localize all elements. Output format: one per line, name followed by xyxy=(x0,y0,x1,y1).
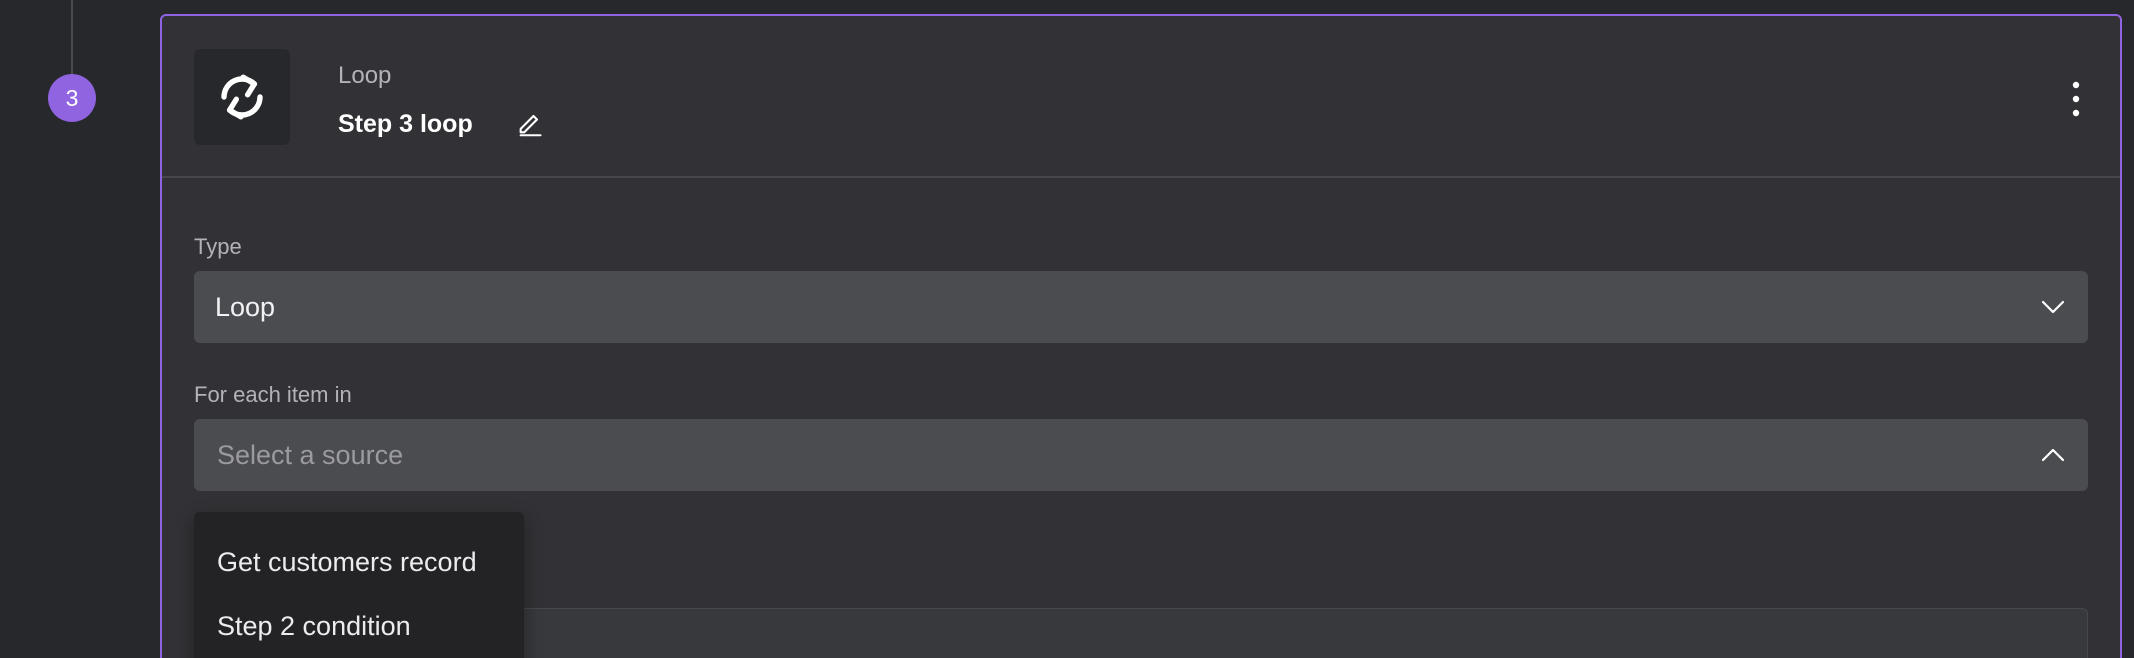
type-select[interactable]: Loop xyxy=(194,271,2088,343)
dropdown-option[interactable]: Step 2 condition xyxy=(194,594,524,658)
step-card-header: Loop Step 3 loop xyxy=(162,16,2120,178)
step-number-badge[interactable]: 3 xyxy=(48,74,96,122)
source-dropdown-menu: Get customers record Step 2 condition xyxy=(194,512,524,658)
type-field-label: Type xyxy=(194,234,242,259)
step-name: Step 3 loop xyxy=(338,110,473,138)
step-card: Loop Step 3 loop Type Loop For each item… xyxy=(160,14,2122,658)
source-select-placeholder: Select a source xyxy=(217,439,404,470)
source-select[interactable]: Select a source xyxy=(194,419,2088,491)
timeline-connector xyxy=(71,0,73,75)
chevron-up-icon xyxy=(2040,442,2066,468)
dropdown-option[interactable]: Get customers record xyxy=(194,530,524,594)
chevron-down-icon xyxy=(2040,294,2066,320)
workflow-editor: 3 Loop Step 3 loop Type Loop For each it… xyxy=(0,0,2134,658)
edit-pencil-icon[interactable] xyxy=(514,107,546,139)
source-field-label: For each item in xyxy=(194,382,352,407)
more-options-icon[interactable] xyxy=(2058,74,2094,124)
step-kind-label: Loop xyxy=(338,62,392,89)
loop-icon xyxy=(194,49,290,145)
type-select-value: Loop xyxy=(215,291,276,322)
